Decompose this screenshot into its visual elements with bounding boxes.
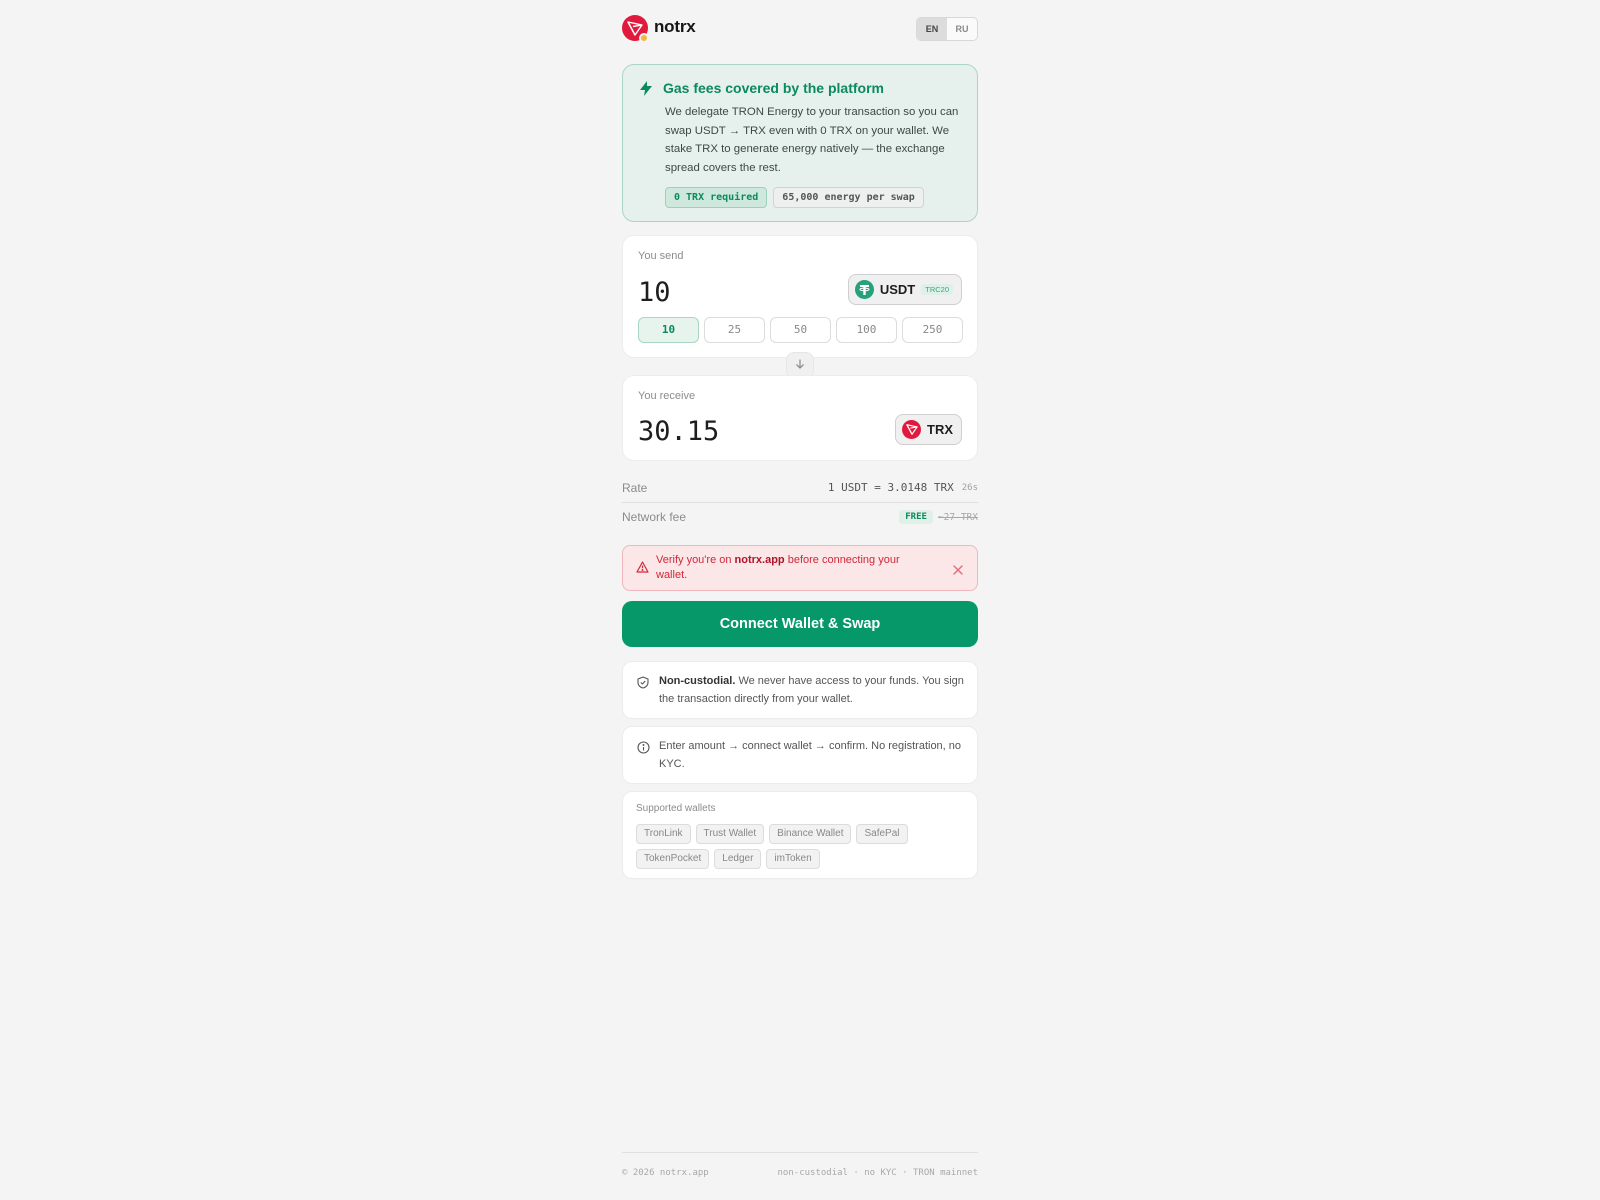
receive-token-selector[interactable]: TRX <box>895 414 962 445</box>
warning-text: Verify you're on notrx.app before connec… <box>656 554 900 581</box>
receive-amount: 30.15 <box>638 416 720 447</box>
send-token-name: USDT <box>879 282 916 297</box>
footer: © 2026 notrx.app non-custodial · no KYC … <box>622 1168 978 1178</box>
warning-domain: notrx.app <box>734 554 785 566</box>
supported-wallets-card: Supported wallets TronLink Trust Wallet … <box>622 791 978 879</box>
send-card: You send 10 USDT TRC20 10 25 50 100 250 <box>622 235 978 358</box>
trx-required-chip: 0 TRX required <box>665 187 768 208</box>
wallet-binance: Binance Wallet <box>769 824 852 844</box>
rate-label: Rate <box>622 481 648 495</box>
preset-50-button[interactable]: 50 <box>770 317 831 343</box>
wallet-trust: Trust Wallet <box>695 824 765 844</box>
rate-timer: 26s <box>961 482 978 493</box>
wallet-ledger: Ledger <box>714 849 762 869</box>
footer-tagline: non-custodial · no KYC · TRON mainnet <box>777 1168 978 1178</box>
footer-divider <box>622 1152 978 1153</box>
non-custodial-text: Non-custodial. We never have access to y… <box>659 675 964 705</box>
gas-fees-banner: Gas fees covered by the platform We dele… <box>622 64 978 222</box>
connect-wallet-swap-button[interactable]: Connect Wallet & Swap <box>622 601 978 647</box>
network-fee-label: Network fee <box>622 510 687 524</box>
gas-chips: 0 TRX required 65,000 energy per swap <box>665 187 924 208</box>
preset-10-button[interactable]: 10 <box>638 317 699 343</box>
non-custodial-note: Non-custodial. We never have access to y… <box>622 661 978 719</box>
shield-check-icon <box>637 676 649 694</box>
lang-ru-button[interactable]: RU <box>947 18 977 40</box>
fee-original-value: ~27 TRX <box>937 511 978 523</box>
gas-banner-text: We delegate TRON Energy to your transact… <box>665 106 959 174</box>
how-it-works-note: Enter amount → connect wallet → confirm.… <box>622 726 978 784</box>
gas-banner-title: Gas fees covered by the platform <box>663 80 884 96</box>
energy-per-swap-chip: 65,000 energy per swap <box>773 187 924 208</box>
fee-free-badge: FREE <box>899 510 933 524</box>
close-icon[interactable] <box>953 562 963 580</box>
info-circle-icon <box>637 741 650 759</box>
wallet-list: TronLink Trust Wallet Binance Wallet Saf… <box>636 824 966 869</box>
preset-100-button[interactable]: 100 <box>836 317 897 343</box>
how-it-works-text: Enter amount → connect wallet → confirm.… <box>659 740 962 770</box>
receive-card: You receive 30.15 TRX <box>622 375 978 461</box>
wallet-tokenpocket: TokenPocket <box>636 849 710 869</box>
send-label: You send <box>638 250 684 262</box>
wallet-imtoken: imToken <box>766 849 820 869</box>
warning-triangle-icon <box>636 560 649 578</box>
send-amount-input[interactable]: 10 <box>638 277 671 308</box>
brand-name[interactable]: notrx <box>654 17 696 37</box>
receive-label: You receive <box>638 390 696 402</box>
usdt-icon <box>854 280 874 299</box>
header: notrx EN RU <box>622 15 978 43</box>
arrow-down-icon <box>795 356 805 374</box>
network-tag: TRC20 <box>921 284 953 295</box>
tron-logo-icon[interactable] <box>622 15 649 43</box>
rate-row: Rate 1 USDT = 3.0148 TRX 26s <box>622 474 978 502</box>
language-switcher: EN RU <box>916 17 978 41</box>
receive-token-name: TRX <box>927 422 953 437</box>
footer-copyright: © 2026 notrx.app <box>622 1168 709 1178</box>
network-fee-row: Network fee FREE ~27 TRX <box>622 503 978 531</box>
phishing-warning: Verify you're on notrx.app before connec… <box>622 545 978 591</box>
wallet-safepal: SafePal <box>856 824 908 844</box>
amount-presets: 10 25 50 100 250 <box>638 317 963 343</box>
lang-en-button[interactable]: EN <box>917 18 947 40</box>
wallet-tronlink: TronLink <box>636 824 691 844</box>
rate-value: 1 USDT = 3.0148 TRX <box>827 481 954 494</box>
lightning-bolt-icon <box>639 81 653 101</box>
preset-250-button[interactable]: 250 <box>902 317 963 343</box>
supported-wallets-title: Supported wallets <box>636 803 716 814</box>
preset-25-button[interactable]: 25 <box>704 317 765 343</box>
trx-icon <box>902 420 921 439</box>
send-token-selector[interactable]: USDT TRC20 <box>847 274 962 305</box>
